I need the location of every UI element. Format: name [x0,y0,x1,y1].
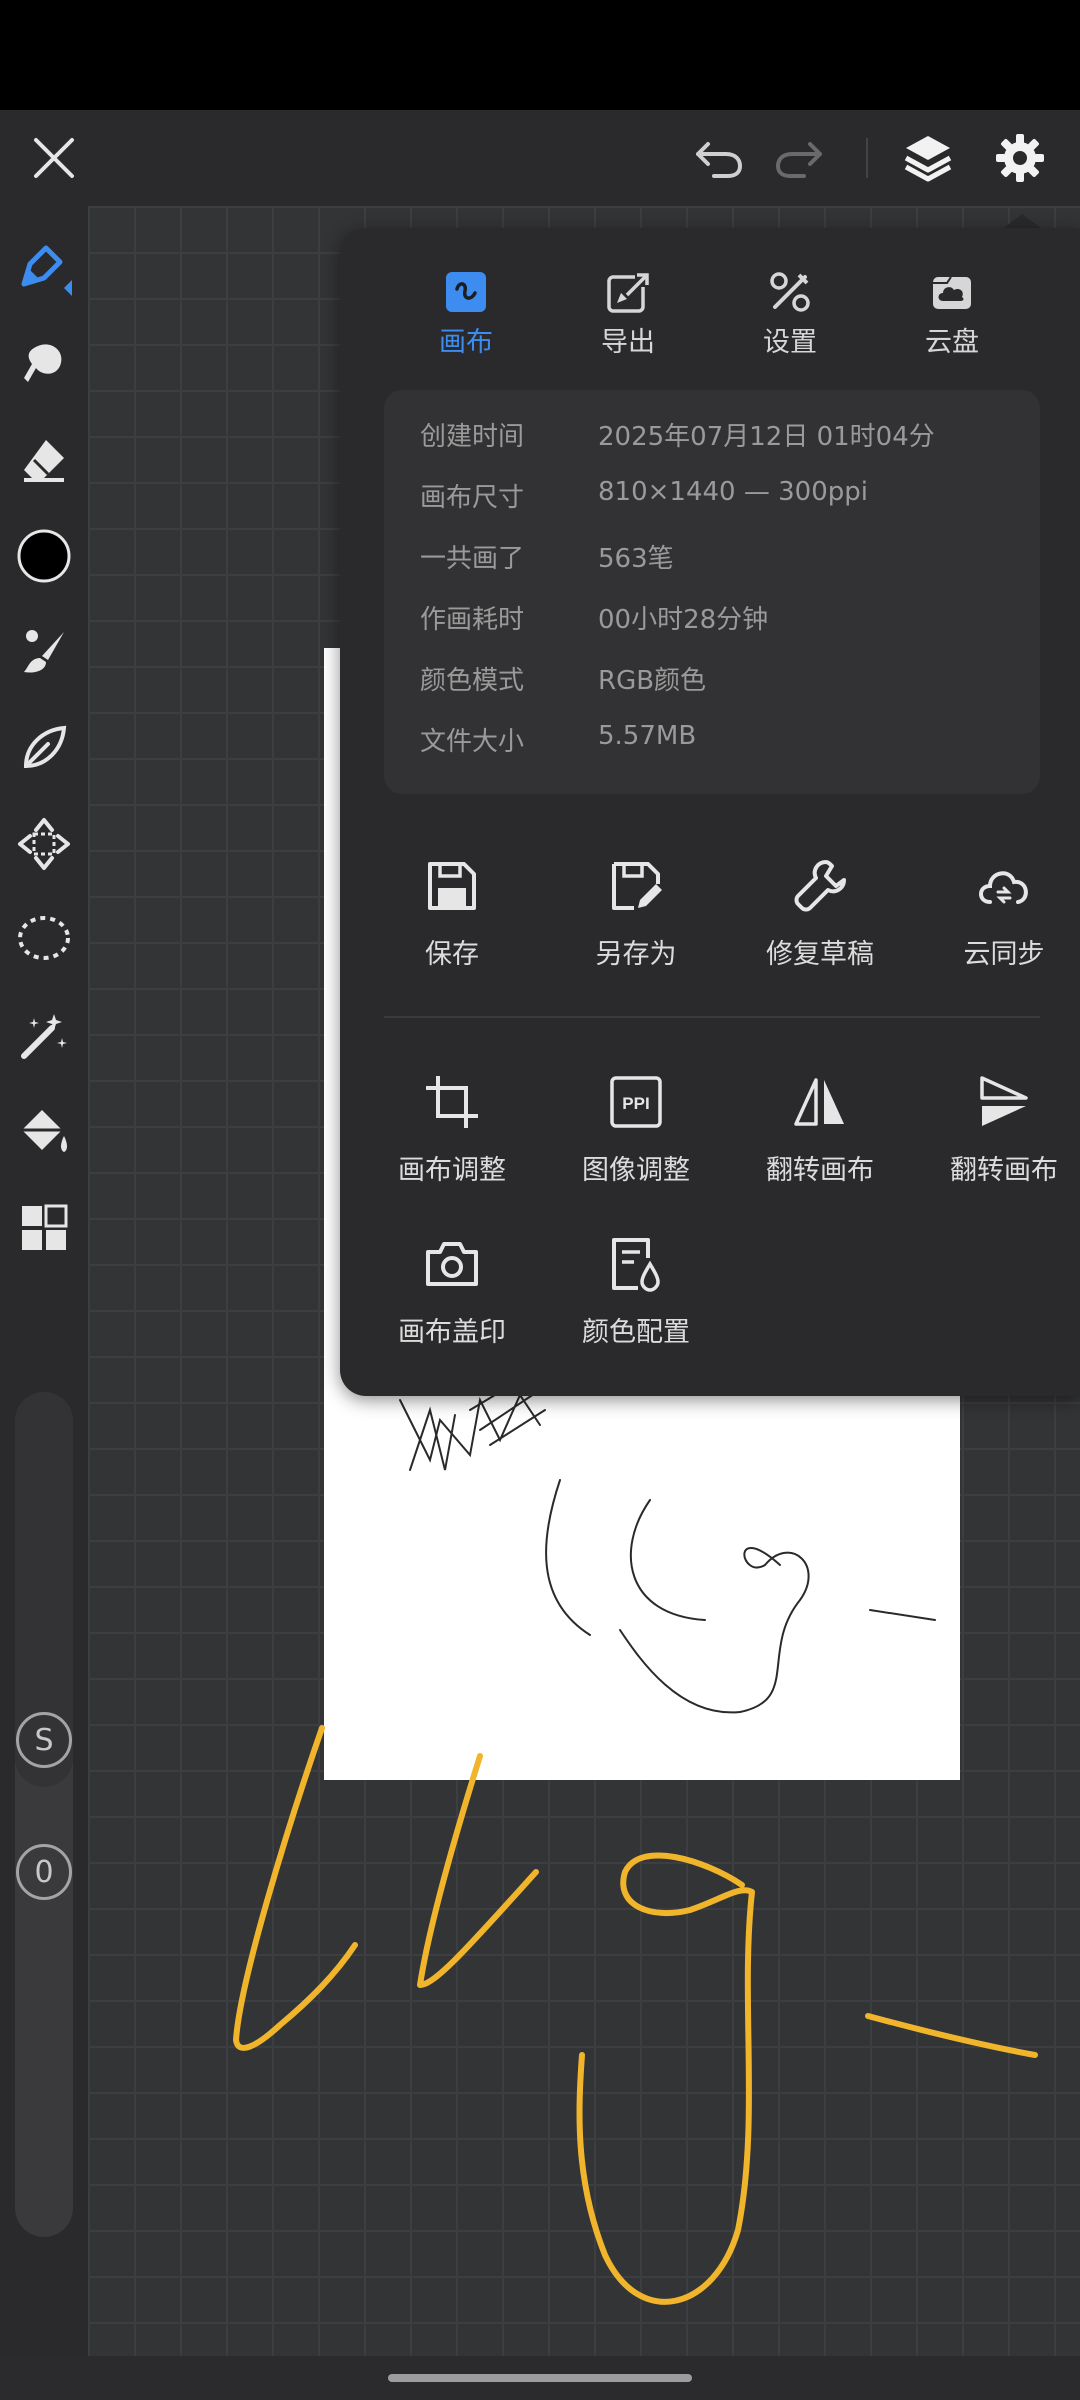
settings-button[interactable] [992,130,1048,186]
transform-tool[interactable] [12,812,76,876]
layers-button[interactable] [900,130,956,186]
pencil-icon [21,245,72,296]
flip-horizontal-icon [794,1078,844,1126]
lasso-icon [18,916,70,960]
export-icon [607,273,649,313]
info-row-created: 创建时间 2025年07月12日 01时04分 [420,422,935,452]
cloud-sync-button[interactable]: 云同步 [912,854,1080,994]
pencil-tool[interactable] [12,236,76,300]
top-bar [0,110,1080,206]
canvas-info-box: 创建时间 2025年07月12日 01时04分 画布尺寸 810×1440 — 30… [384,390,1040,794]
flip-canvas-horizontal-button[interactable]: 翻转画布 [728,1070,912,1210]
size-slider-knob[interactable]: S [16,1712,72,1768]
feather-pen-icon [23,725,67,769]
status-bar [0,0,1080,110]
redo-button[interactable] [772,130,828,186]
pen-tool[interactable] [12,716,76,780]
layers-icon [904,136,952,182]
color-circle-icon [17,529,71,583]
tab-cloud-drive[interactable]: 云盘 [892,258,1012,358]
undo-button[interactable] [690,130,746,186]
eraser-icon [24,440,64,482]
close-button[interactable] [26,130,82,186]
more-tools[interactable] [12,1196,76,1260]
tab-settings[interactable]: 设置 [730,258,850,358]
gear-icon [996,134,1044,182]
save-icon [428,862,476,910]
fill-tool[interactable] [12,1100,76,1164]
redo-icon [776,142,822,178]
flip-canvas-vertical-button[interactable]: 翻转画布 [912,1070,1080,1210]
lasso-tool[interactable] [12,908,76,972]
canvas-icon [446,272,486,312]
color-config-button[interactable]: 颜色配置 [544,1232,728,1372]
info-row-time: 作画耗时 00小时28分钟 [420,605,769,635]
brush-tool[interactable] [12,620,76,684]
smudge-icon [24,344,62,382]
panel-divider [384,1016,1040,1018]
repair-icon [794,860,846,912]
tab-canvas[interactable]: 画布 [406,258,526,358]
smudge-tool[interactable] [12,332,76,396]
crop-icon [426,1076,478,1128]
save-as-button[interactable]: 另存为 [544,854,728,994]
undo-icon [696,142,742,178]
panel-tabs: 画布 导出 设置 云盘 [340,258,1080,358]
home-indicator[interactable] [388,2374,692,2382]
info-row-file-size: 文件大小 5.57MB [420,721,697,757]
canvas-stamp-button[interactable]: 画布盖印 [360,1232,544,1372]
brush-icon [24,630,64,673]
color-picker-tool[interactable] [12,524,76,588]
tab-export[interactable]: 导出 [568,258,688,358]
info-row-strokes: 一共画了 563笔 [420,544,674,574]
toolbar-divider [866,138,868,178]
move-arrows-icon [18,818,70,870]
canvas-adjust-button[interactable]: 画布调整 [360,1070,544,1210]
ppi-icon: PPI [610,1076,662,1128]
image-adjust-button[interactable]: PPI 图像调整 [544,1070,728,1210]
settings-tools-icon [770,272,810,312]
cloud-drive-icon [933,276,971,309]
info-row-color-mode: 颜色模式 RGB颜色 [420,666,707,696]
repair-draft-button[interactable]: 修复草稿 [728,854,912,994]
close-icon [34,138,74,178]
paint-bucket-icon [22,1110,67,1152]
magic-wand-tool[interactable] [12,1004,76,1068]
eraser-tool[interactable] [12,428,76,492]
grid-apps-icon [22,1204,68,1250]
info-row-size: 画布尺寸 810×1440 — 300ppi [420,477,868,513]
color-config-icon [612,1238,660,1292]
flip-vertical-icon [980,1076,1028,1126]
opacity-slider-knob[interactable]: 0 [16,1844,72,1900]
cloud-sync-icon [979,871,1028,904]
save-as-icon [612,862,662,910]
magic-wand-icon [21,1014,67,1059]
svg-text:PPI: PPI [622,1094,649,1113]
save-button[interactable]: 保存 [360,854,544,994]
camera-icon [426,1242,478,1286]
canvas-menu-panel: 画布 导出 设置 云盘 创建时间 2025年07月12日 01时04分 画布尺寸 8… [340,228,1080,1396]
